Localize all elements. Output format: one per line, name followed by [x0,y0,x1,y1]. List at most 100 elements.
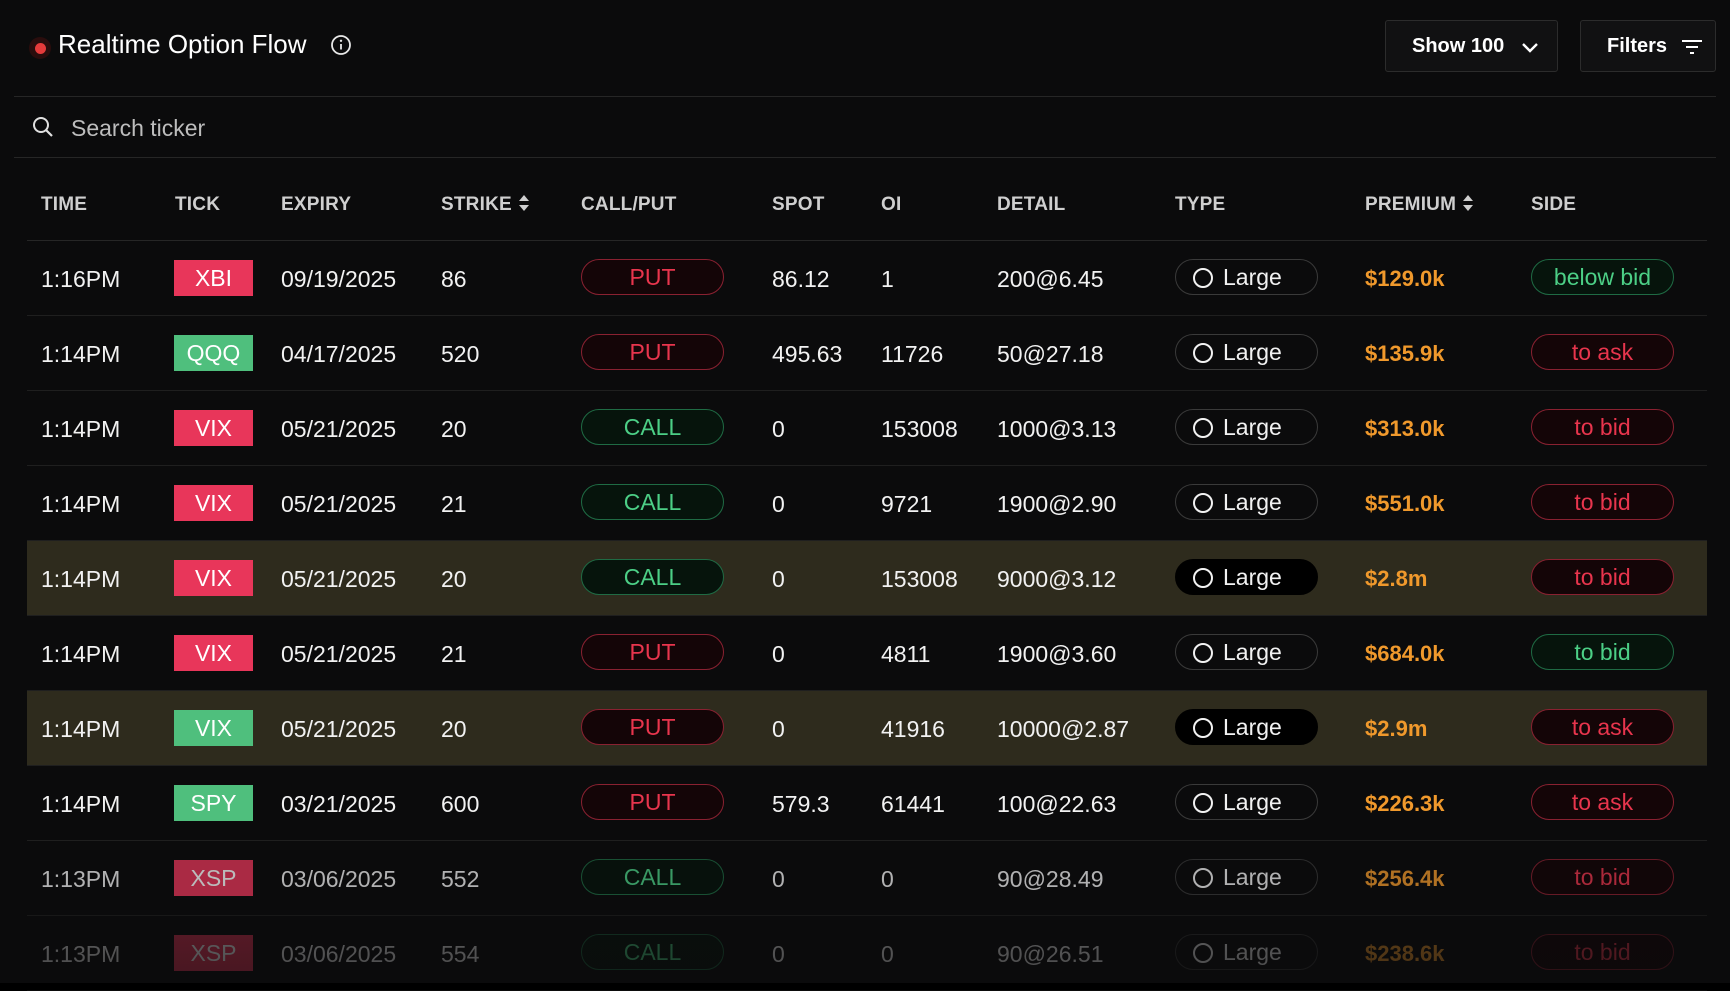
column-header-callput[interactable]: CALL/PUT [581,194,677,216]
table-body: 1:16PM XBI 09/19/2025 86 PUT 86.12 1 200@6.45 La… [27,241,1707,991]
time-cell: 1:14PM [41,566,121,592]
table-header: TIME TICK EXPIRY STRIKE CALL/PUT SPOT OI… [27,170,1707,241]
table-row[interactable]: 1:13PM XSP 03/06/2025 554 CALL 0 0 90@26.51 Larg… [27,916,1707,991]
ticker-badge[interactable]: VIX [174,485,253,521]
show-count-label: Show 100 [1412,35,1505,57]
table-row[interactable]: 1:14PM VIX 05/21/2025 20 PUT 0 41916 10000@2.87… [27,691,1707,766]
ticker-badge[interactable]: XSP [174,860,253,896]
time-cell: 1:13PM [41,941,121,967]
expiry-cell: 09/19/2025 [281,266,397,292]
ticker-badge[interactable]: VIX [174,635,253,671]
oi-cell: 0 [881,866,894,892]
strike-cell: 20 [441,416,467,442]
filters-label: Filters [1607,35,1668,57]
ticker-badge[interactable]: QQQ [174,335,253,371]
ticker-badge[interactable]: VIX [174,410,253,446]
expiry-cell: 05/21/2025 [281,566,397,592]
time-cell: 1:16PM [41,266,121,292]
oi-cell: 9721 [881,491,933,517]
side-badge: to bid [1531,634,1674,670]
sort-icon[interactable] [518,194,530,212]
strike-cell: 20 [441,716,467,742]
column-header-expiry[interactable]: EXPIRY [281,194,351,216]
table-row[interactable]: 1:14PM VIX 05/21/2025 20 CALL 0 153008 9000@3.1… [27,541,1707,616]
chevron-down-icon [1522,43,1538,53]
type-label: Large [1223,864,1282,890]
filters-button[interactable]: Filters [1580,20,1716,72]
spot-cell: 0 [772,416,785,442]
side-badge: to bid [1531,559,1674,595]
ticker-badge[interactable]: SPY [174,785,253,821]
time-cell: 1:14PM [41,491,121,517]
oi-cell: 61441 [881,791,945,817]
oi-cell: 0 [881,941,894,967]
column-header-side[interactable]: SIDE [1531,194,1576,216]
detail-cell: 200@6.45 [997,266,1104,292]
premium-cell: $135.9k [1365,341,1445,366]
premium-cell: $226.3k [1365,791,1445,816]
column-header-premium[interactable]: PREMIUM [1365,194,1474,216]
spot-cell: 0 [772,941,785,967]
type-label: Large [1223,939,1282,965]
strike-cell: 554 [441,941,480,967]
oi-cell: 4811 [881,641,931,667]
premium-cell: $313.0k [1365,416,1445,441]
column-header-tick[interactable]: TICK [175,194,220,216]
sort-icon[interactable] [1462,194,1474,212]
side-badge: below bid [1531,259,1674,295]
strike-cell: 21 [441,641,467,667]
info-icon[interactable] [330,34,352,56]
table-row[interactable]: 1:14PM VIX 05/21/2025 21 CALL 0 9721 1900@2.90 L… [27,466,1707,541]
search-input[interactable] [69,109,1673,147]
ticker-badge[interactable]: XSP [174,935,253,971]
side-badge: to ask [1531,784,1674,820]
callput-badge: CALL [581,409,724,445]
type-badge: Large [1175,334,1318,370]
strike-cell: 21 [441,491,467,517]
show-count-dropdown[interactable]: Show 100 [1385,20,1558,72]
column-header-oi[interactable]: OI [881,194,901,216]
side-badge: to ask [1531,709,1674,745]
circle-icon [1193,943,1213,963]
column-header-spot[interactable]: SPOT [772,194,825,216]
callput-badge: PUT [581,709,724,745]
option-flow-table: TIME TICK EXPIRY STRIKE CALL/PUT SPOT OI… [27,170,1707,991]
column-header-strike[interactable]: STRIKE [441,194,530,216]
live-indicator-icon [29,37,51,59]
expiry-cell: 05/21/2025 [281,491,397,517]
time-cell: 1:14PM [41,416,121,442]
table-row[interactable]: 1:13PM XSP 03/06/2025 552 CALL 0 0 90@28.49 Larg… [27,841,1707,916]
callput-badge: PUT [581,334,724,370]
table-row[interactable]: 1:14PM SPY 03/21/2025 600 PUT 579.3 61441 100@2… [27,766,1707,841]
callput-badge: PUT [581,634,724,670]
time-cell: 1:14PM [41,341,121,367]
spot-cell: 0 [772,716,785,742]
type-badge: Large [1175,259,1318,295]
detail-cell: 100@22.63 [997,791,1117,817]
column-header-time[interactable]: TIME [41,194,87,216]
circle-icon [1193,418,1213,438]
circle-icon [1193,568,1213,588]
table-row[interactable]: 1:14PM VIX 05/21/2025 20 CALL 0 153008 1000@3.1… [27,391,1707,466]
detail-cell: 1900@2.90 [997,491,1117,517]
column-header-detail[interactable]: DETAIL [997,194,1065,216]
oi-cell: 11726 [881,341,944,367]
premium-cell: $551.0k [1365,491,1445,516]
column-header-type[interactable]: TYPE [1175,194,1225,216]
ticker-badge[interactable]: VIX [174,710,253,746]
ticker-badge[interactable]: VIX [174,560,253,596]
spot-cell: 0 [772,491,785,517]
table-row[interactable]: 1:14PM QQQ 04/17/2025 520 PUT 495.63 11726 50@2… [27,316,1707,391]
table-row[interactable]: 1:14PM VIX 05/21/2025 21 PUT 0 4811 1900@3.60 La… [27,616,1707,691]
type-badge: Large [1175,559,1318,595]
detail-cell: 10000@2.87 [997,716,1130,742]
callput-badge: PUT [581,259,724,295]
strike-cell: 86 [441,266,467,292]
oi-cell: 41916 [881,716,945,742]
ticker-badge[interactable]: XBI [174,260,253,296]
detail-cell: 90@26.51 [997,941,1104,967]
search-icon [33,117,53,137]
table-row[interactable]: 1:16PM XBI 09/19/2025 86 PUT 86.12 1 200@6.45 La… [27,241,1707,316]
spot-cell: 0 [772,641,785,667]
page-title: Realtime Option Flow [58,29,307,59]
